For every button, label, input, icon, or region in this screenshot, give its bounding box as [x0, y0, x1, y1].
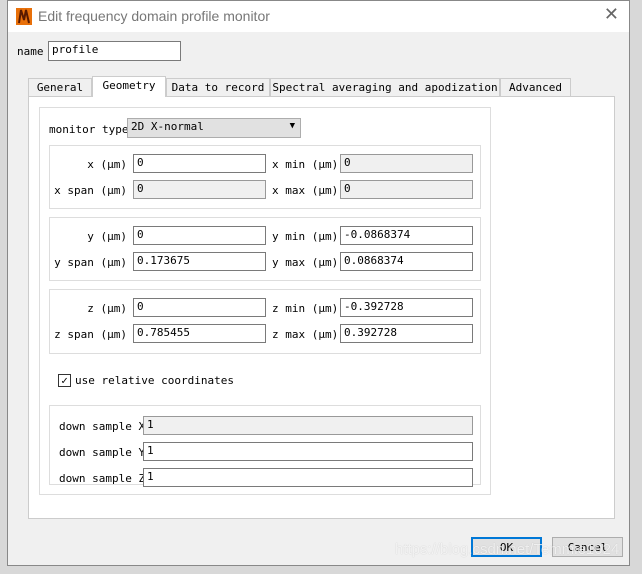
- relative-coordinates-label: use relative coordinates: [75, 374, 234, 387]
- downsample-z-label: down sample Z: [59, 472, 146, 485]
- y-label: y (μm): [87, 230, 127, 243]
- z-span-input[interactable]: 0.785455: [133, 324, 266, 343]
- app-logo-icon: [16, 8, 32, 25]
- downsample-z-input[interactable]: 1: [143, 468, 473, 487]
- y-group: y (μm) 0 y min (μm) -0.0868374 y span (μ…: [49, 217, 481, 281]
- window-title: Edit frequency domain profile monitor: [38, 8, 270, 24]
- tab-general[interactable]: General: [28, 78, 92, 96]
- x-max-input: 0: [340, 180, 473, 199]
- downsample-x-label: down sample X: [59, 420, 146, 433]
- y-span-label: y span (μm): [54, 256, 127, 269]
- name-input[interactable]: profile: [48, 41, 181, 61]
- monitor-type-label: monitor type: [49, 123, 129, 136]
- edit-monitor-dialog: Edit frequency domain profile monitor ✕ …: [7, 0, 630, 566]
- geometry-group: monitor type 2D X-normal ▼ x (μm) 0 x mi…: [39, 107, 491, 495]
- y-min-input[interactable]: -0.0868374: [340, 226, 473, 245]
- z-span-label: z span (μm): [54, 328, 127, 341]
- y-span-input[interactable]: 0.173675: [133, 252, 266, 271]
- tab-geometry[interactable]: Geometry: [92, 76, 166, 97]
- z-min-label: z min (μm): [272, 302, 339, 315]
- checkmark-icon: ✓: [61, 374, 68, 387]
- z-min-input[interactable]: -0.392728: [340, 298, 473, 317]
- tab-data-to-record[interactable]: Data to record: [166, 78, 270, 96]
- y-max-input[interactable]: 0.0868374: [340, 252, 473, 271]
- z-group: z (μm) 0 z min (μm) -0.392728 z span (μm…: [49, 289, 481, 354]
- watermark: https://blog.csdn.net/Temmie1024: [395, 541, 620, 558]
- z-label: z (μm): [87, 302, 127, 315]
- z-max-input[interactable]: 0.392728: [340, 324, 473, 343]
- chevron-down-icon: ▼: [289, 121, 295, 131]
- z-max-label: z max (μm): [272, 328, 339, 341]
- title-bar: Edit frequency domain profile monitor ✕: [8, 1, 629, 32]
- tab-spectral-averaging[interactable]: Spectral averaging and apodization: [270, 78, 500, 96]
- downsample-x-input: 1: [143, 416, 473, 435]
- x-min-input: 0: [340, 154, 473, 173]
- monitor-type-select[interactable]: 2D X-normal ▼: [127, 118, 301, 138]
- y-max-label: y max (μm): [272, 256, 339, 269]
- x-max-label: x max (μm): [272, 184, 339, 197]
- monitor-type-value: 2D X-normal: [131, 120, 204, 133]
- y-min-label: y min (μm): [272, 230, 339, 243]
- close-icon[interactable]: ✕: [604, 4, 619, 25]
- tab-advanced[interactable]: Advanced: [500, 78, 571, 96]
- x-span-input: 0: [133, 180, 266, 199]
- x-min-label: x min (μm): [272, 158, 339, 171]
- downsample-y-label: down sample Y: [59, 446, 146, 459]
- name-label: name: [17, 45, 44, 58]
- downsample-group: down sample X 1 down sample Y 1 down sam…: [49, 405, 481, 487]
- downsample-y-input[interactable]: 1: [143, 442, 473, 461]
- z-input[interactable]: 0: [133, 298, 266, 317]
- x-span-label: x span (μm): [54, 184, 127, 197]
- relative-coordinates-checkbox[interactable]: ✓: [58, 374, 71, 387]
- geometry-pane: monitor type 2D X-normal ▼ x (μm) 0 x mi…: [28, 96, 615, 519]
- x-input[interactable]: 0: [133, 154, 266, 173]
- y-input[interactable]: 0: [133, 226, 266, 245]
- x-label: x (μm): [87, 158, 127, 171]
- x-group: x (μm) 0 x min (μm) 0 x span (μm) 0 x ma…: [49, 145, 481, 209]
